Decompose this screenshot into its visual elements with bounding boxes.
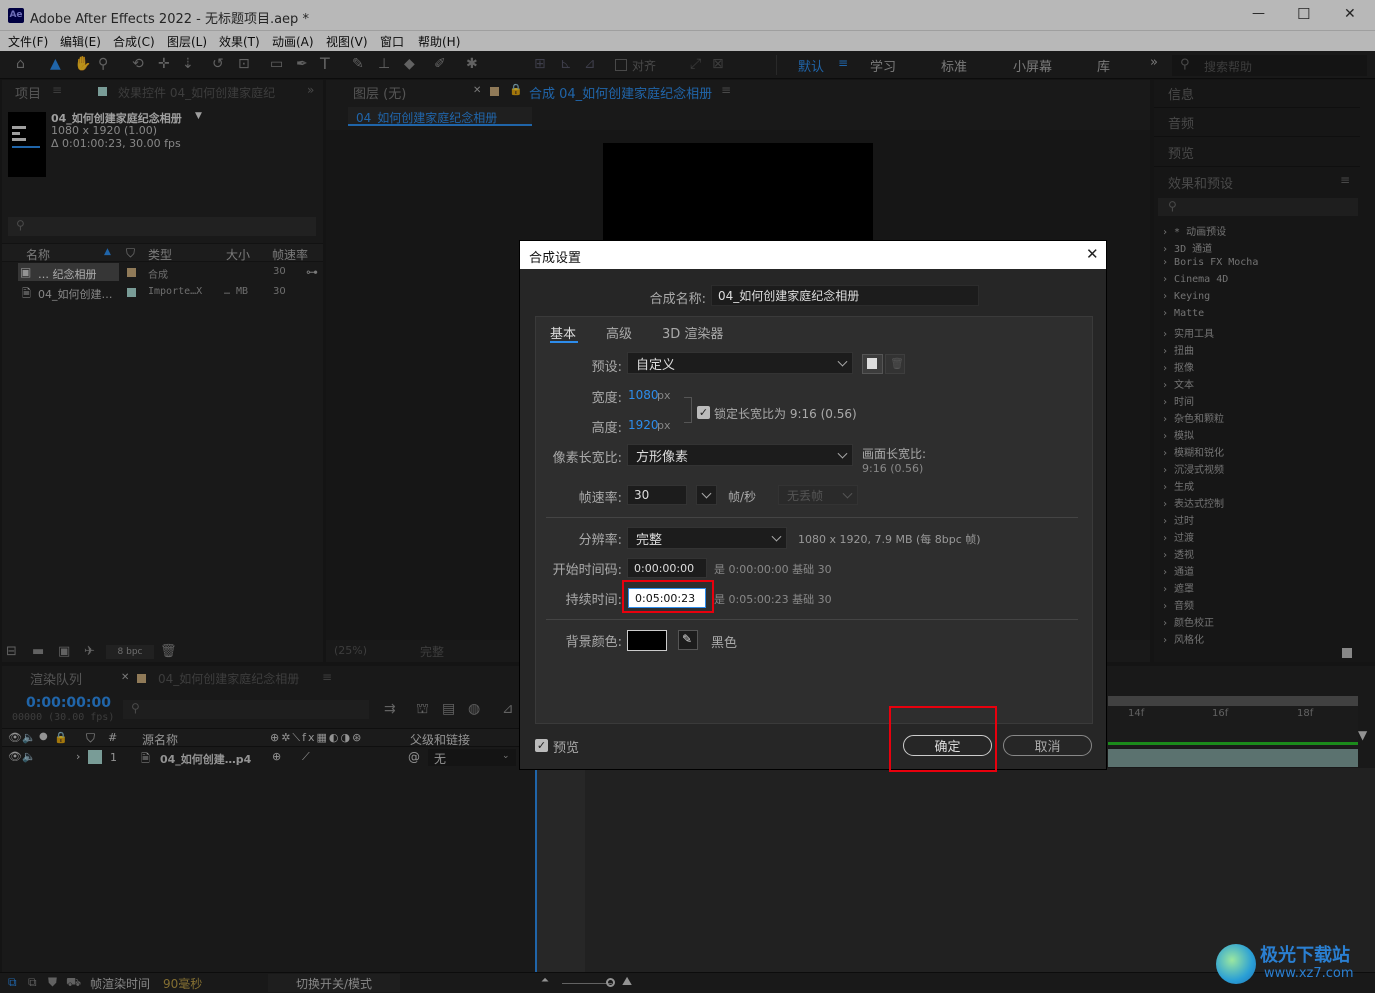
preview-checkbox[interactable]: ✓ [535, 739, 548, 752]
frame-aspect-value: 9:16 (0.56) [862, 462, 924, 475]
section-divider [546, 619, 1078, 620]
resolution-info: 1080 x 1920, 7.9 MB (每 8bpc 帧) [798, 533, 981, 546]
frame-rate-value: 30 [634, 488, 650, 502]
frame-rate-input[interactable]: 30 [627, 485, 687, 505]
frame-rate-unit: 帧/秒 [728, 490, 757, 504]
duration-highlight-box [622, 580, 714, 613]
pixel-aspect-value: 方形像素 [636, 449, 689, 465]
save-preset-button[interactable] [862, 354, 883, 374]
width-label: 宽度: [591, 391, 622, 406]
background-color-name: 黑色 [711, 636, 738, 651]
resolution-dropdown[interactable]: 完整 [627, 527, 787, 549]
chevron-down-icon [771, 531, 782, 542]
chevron-down-icon [842, 488, 853, 499]
watermark-logo-icon [1216, 944, 1256, 984]
chevron-down-icon [701, 488, 712, 499]
start-timecode-value: 0:00:00:00 [634, 561, 695, 575]
preset-value: 自定义 [636, 357, 676, 373]
lock-aspect-checkbox[interactable]: ✓ [697, 406, 710, 419]
eyedropper-icon: ✎ [682, 632, 693, 646]
width-unit: px [657, 389, 671, 402]
comp-name-input[interactable]: 04_如何创建家庭纪念相册 [711, 285, 979, 306]
pixel-aspect-dropdown[interactable]: 方形像素 [627, 444, 853, 466]
comp-name-value: 04_如何创建家庭纪念相册 [718, 289, 860, 303]
tab-3d-renderer[interactable]: 3D 渲染器 [662, 323, 723, 342]
height-value[interactable]: 1920 [628, 418, 659, 432]
preset-label: 预设: [591, 360, 622, 375]
eyedropper-button[interactable]: ✎ [678, 630, 698, 650]
resolution-value: 完整 [636, 532, 663, 548]
cancel-button[interactable]: 取消 [1003, 735, 1092, 756]
chevron-down-icon [837, 448, 848, 459]
drop-frame-dropdown[interactable]: 无丢帧 [778, 485, 858, 505]
save-preset-icon [867, 358, 877, 369]
dialog-close-icon[interactable]: ✕ [1086, 245, 1099, 263]
watermark: 极光下载站 www.xz7.com [1214, 938, 1369, 990]
dialog-title: 合成设置 [529, 251, 582, 266]
start-timecode-info: 是 0:00:00:00 基础 30 [714, 563, 832, 576]
height-unit: px [657, 419, 671, 432]
duration-label: 持续时间: [565, 593, 622, 608]
preview-label: 预览 [553, 741, 580, 756]
frame-rate-dropdown[interactable] [696, 485, 717, 505]
composition-settings-dialog: 合成设置 ✕ 合成名称: 04_如何创建家庭纪念相册 基本 高级 3D 渲染器 … [519, 240, 1107, 770]
background-color-swatch[interactable] [627, 630, 667, 651]
delete-preset-icon: 🗑 [890, 357, 904, 370]
frame-aspect-label: 画面长宽比: [862, 447, 927, 461]
resolution-label: 分辨率: [578, 533, 622, 548]
duration-info: 是 0:05:00:23 基础 30 [714, 593, 832, 606]
pixel-aspect-label: 像素长宽比: [552, 451, 622, 466]
watermark-brand: 极光下载站 [1260, 945, 1350, 966]
settings-box: 基本 高级 3D 渲染器 预设: 自定义 🗑 宽度: 1080 px 高度: 1… [535, 316, 1093, 724]
height-label: 高度: [591, 421, 622, 436]
aspect-lock-bracket [684, 397, 692, 423]
start-timecode-input[interactable]: 0:00:00:00 [627, 558, 707, 578]
preset-dropdown[interactable]: 自定义 [627, 352, 853, 374]
start-timecode-label: 开始时间码: [552, 563, 622, 578]
delete-preset-button[interactable]: 🗑 [885, 354, 905, 374]
frame-rate-label: 帧速率: [578, 491, 622, 506]
comp-name-label: 合成名称: [649, 292, 706, 307]
chevron-down-icon [837, 356, 848, 367]
tab-basic-underline [550, 341, 578, 343]
drop-frame-value: 无丢帧 [787, 488, 824, 503]
lock-aspect-label: 锁定长宽比为 9:16 (0.56) [714, 407, 857, 421]
ok-highlight-box [889, 706, 997, 772]
tab-advanced[interactable]: 高级 [606, 323, 632, 342]
cancel-button-label: 取消 [1034, 740, 1061, 755]
background-color-label: 背景颜色: [565, 635, 622, 650]
section-divider [546, 517, 1078, 518]
tab-basic[interactable]: 基本 [550, 323, 576, 342]
watermark-url: www.xz7.com [1264, 966, 1354, 981]
dialog-titlebar: 合成设置 ✕ [520, 241, 1106, 269]
width-value[interactable]: 1080 [628, 388, 659, 402]
